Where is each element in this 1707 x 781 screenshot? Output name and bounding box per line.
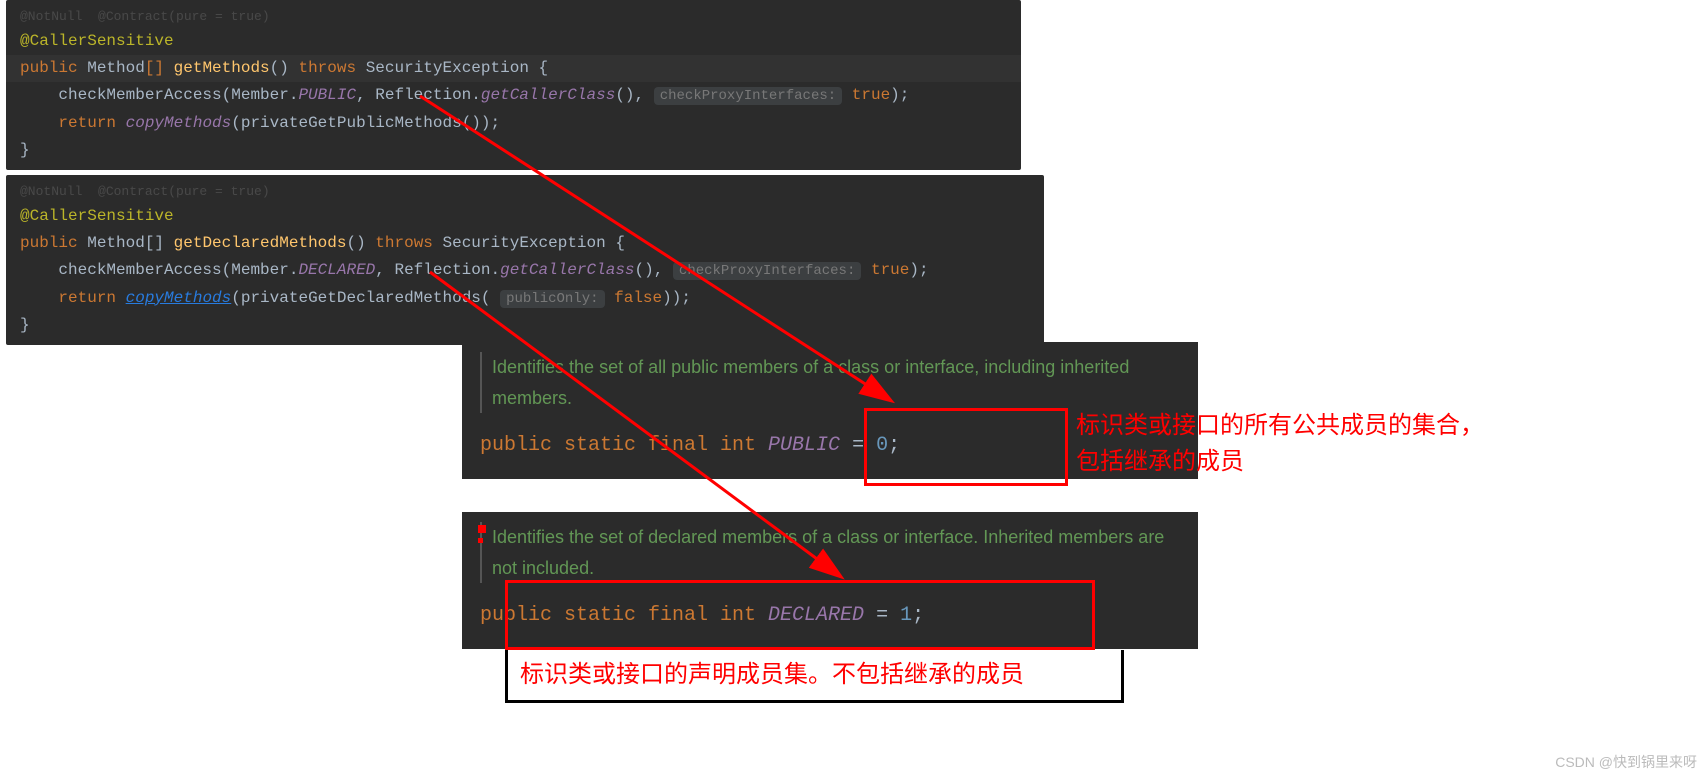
copy-methods-link[interactable]: copyMethods — [126, 289, 232, 307]
javadoc-comment: Identifies the set of all public members… — [480, 352, 1180, 413]
param-hint: publicOnly: — [500, 290, 604, 308]
annotation-text-public: 标识类或接口的所有公共成员的集合， 包括继承的成员 — [1076, 408, 1484, 480]
param-hint: checkProxyInterfaces: — [654, 87, 842, 105]
faded-annot: @NotNull @Contract(pure = true) — [6, 181, 1044, 203]
return-line: return copyMethods(privateGetDeclaredMet… — [6, 285, 1044, 312]
field-declaration: public static final int DECLARED = 1; — [480, 593, 1180, 639]
annotation-text-declared: 标识类或接口的声明成员集。不包括继承的成员 — [520, 657, 1024, 693]
const-declared: DECLARED — [298, 261, 375, 279]
method-name: getDeclaredMethods — [174, 234, 347, 252]
red-dot — [478, 538, 483, 543]
doc-block-declared: Identifies the set of declared members o… — [462, 512, 1198, 649]
field-declaration: public static final int PUBLIC = 0; — [480, 423, 1180, 469]
javadoc-comment: Identifies the set of declared members o… — [480, 522, 1180, 583]
return-line: return copyMethods(privateGetPublicMetho… — [6, 110, 1021, 137]
field-name: DECLARED — [768, 604, 864, 627]
close-brace: } — [6, 137, 1021, 164]
code-block-getdeclaredmethods: @NotNull @Contract(pure = true) @CallerS… — [6, 175, 1044, 345]
method-signature: public Method[] getDeclaredMethods() thr… — [6, 230, 1044, 257]
method-signature: public Method[] getMethods() throws Secu… — [6, 55, 1021, 82]
field-name: PUBLIC — [768, 434, 840, 457]
annotation: @CallerSensitive — [20, 32, 174, 50]
check-member-line: checkMemberAccess(Member.DECLARED, Refle… — [6, 257, 1044, 284]
close-brace: } — [6, 312, 1044, 339]
code-block-getmethods: @NotNull @Contract(pure = true) @CallerS… — [6, 0, 1021, 170]
const-public: PUBLIC — [298, 86, 356, 104]
faded-annot: @NotNull @Contract(pure = true) — [6, 6, 1021, 28]
param-hint: checkProxyInterfaces: — [673, 262, 861, 280]
annotation-line: @CallerSensitive — [6, 203, 1044, 230]
annotation: @CallerSensitive — [20, 207, 174, 225]
method-name: getMethods — [174, 59, 270, 77]
watermark: CSDN @快到锅里来呀 — [1555, 751, 1697, 775]
check-member-line: checkMemberAccess(Member.PUBLIC, Reflect… — [6, 82, 1021, 109]
red-dot — [478, 525, 486, 533]
annotation-line: @CallerSensitive — [6, 28, 1021, 55]
